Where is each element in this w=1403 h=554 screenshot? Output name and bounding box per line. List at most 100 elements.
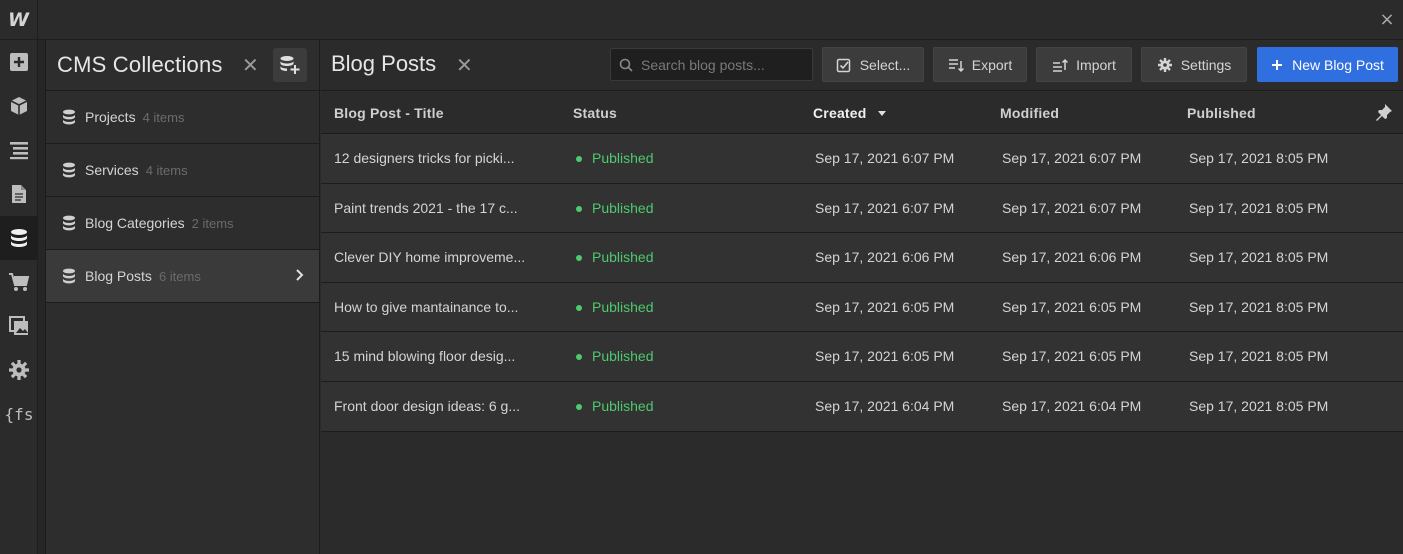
status-dot xyxy=(576,255,582,262)
column-header-modified[interactable]: Modified xyxy=(1000,105,1059,121)
status-badge: Published xyxy=(592,348,654,365)
modified-date: Sep 17, 2021 6:07 PM xyxy=(1002,199,1142,216)
post-title: Front door design ideas: 6 g... xyxy=(334,397,520,414)
collection-item-blog-posts[interactable]: Blog Posts 6 items xyxy=(46,250,319,303)
plus-icon xyxy=(1272,59,1283,70)
published-date: Sep 17, 2021 8:05 PM xyxy=(1189,397,1329,414)
rail-finsweet-button[interactable]: {fs xyxy=(0,392,38,436)
created-date: Sep 17, 2021 6:05 PM xyxy=(815,348,955,365)
published-date: Sep 17, 2021 8:05 PM xyxy=(1189,348,1329,365)
status-badge: Published xyxy=(592,150,654,166)
column-header-published[interactable]: Published xyxy=(1187,105,1256,121)
column-header-status[interactable]: Status xyxy=(573,105,617,121)
export-icon xyxy=(948,58,964,72)
status-dot xyxy=(576,354,582,361)
search-field[interactable] xyxy=(610,48,813,81)
database-icon xyxy=(11,229,27,247)
collection-count: 4 items xyxy=(145,162,188,178)
page-icon xyxy=(12,185,26,203)
webflow-logo[interactable]: W xyxy=(0,0,38,40)
table-row[interactable]: Clever DIY home improveme... Published S… xyxy=(321,233,1403,283)
post-title: How to give mantainance to... xyxy=(334,298,519,315)
published-date: Sep 17, 2021 8:05 PM xyxy=(1189,199,1329,216)
status-badge: Published xyxy=(592,397,654,414)
rail-layers-button[interactable] xyxy=(0,128,38,172)
modified-date: Sep 17, 2021 6:05 PM xyxy=(1002,348,1142,365)
export-button[interactable]: Export xyxy=(933,47,1027,82)
cube-icon xyxy=(10,97,28,115)
main-header: Blog Posts ✕ Select... Export Import Set… xyxy=(321,40,1403,91)
import-button[interactable]: Import xyxy=(1036,47,1132,82)
collection-count: 4 items xyxy=(142,109,185,125)
post-title: 12 designers tricks for picki... xyxy=(334,150,515,166)
pin-icon[interactable] xyxy=(1375,103,1393,121)
status-badge: Published xyxy=(592,298,654,315)
table-row[interactable]: 12 designers tricks for picki... Publish… xyxy=(321,134,1403,184)
database-plus-icon xyxy=(280,56,300,74)
page-title: Blog Posts xyxy=(331,51,437,76)
table-row[interactable]: How to give mantainance to... Published … xyxy=(321,282,1403,333)
collection-name: Blog Posts xyxy=(85,268,152,284)
collection-count: 6 items xyxy=(158,268,201,284)
collection-name: Services xyxy=(85,162,139,178)
rail-pages-button[interactable] xyxy=(0,172,38,216)
table-row[interactable]: 15 mind blowing floor desig... Published… xyxy=(321,332,1403,382)
collection-item-projects[interactable]: Projects 4 items xyxy=(46,91,319,144)
status-badge: Published xyxy=(592,249,654,266)
gear-icon xyxy=(1157,57,1172,72)
modified-date: Sep 17, 2021 6:06 PM xyxy=(1002,249,1142,266)
add-collection-button[interactable] xyxy=(273,48,307,82)
database-icon xyxy=(63,162,75,178)
table-row[interactable]: Paint trends 2021 - the 17 c... Publishe… xyxy=(321,183,1403,234)
left-rail: {fs xyxy=(0,40,38,554)
rail-settings-button[interactable] xyxy=(0,348,38,392)
close-icon[interactable]: ✕ xyxy=(456,53,473,77)
collections-title: CMS Collections xyxy=(57,52,223,77)
select-button[interactable]: Select... xyxy=(822,47,924,82)
collection-item-blog-categories[interactable]: Blog Categories 2 items xyxy=(46,197,319,250)
column-header-created[interactable]: Created xyxy=(813,105,867,121)
table-row[interactable]: Front door design ideas: 6 g... Publishe… xyxy=(321,381,1403,432)
export-button-label: Export xyxy=(971,56,1013,73)
rail-ecommerce-button[interactable] xyxy=(0,260,38,304)
modified-date: Sep 17, 2021 6:07 PM xyxy=(1002,150,1142,166)
settings-button[interactable]: Settings xyxy=(1141,47,1247,82)
collections-header: CMS Collections ✕ xyxy=(46,40,319,91)
status-dot xyxy=(576,403,582,410)
status-dot xyxy=(576,205,582,212)
chevron-right-icon xyxy=(296,269,304,281)
close-icon[interactable]: × xyxy=(1377,10,1397,30)
select-button-label: Select... xyxy=(859,56,911,73)
published-date: Sep 17, 2021 8:05 PM xyxy=(1189,150,1329,166)
new-blog-post-button[interactable]: New Blog Post xyxy=(1257,47,1398,82)
gear-icon xyxy=(9,360,29,380)
modified-date: Sep 17, 2021 6:04 PM xyxy=(1002,397,1142,414)
collection-item-services[interactable]: Services 4 items xyxy=(46,144,319,197)
sort-desc-icon[interactable] xyxy=(877,111,887,117)
status-dot xyxy=(576,156,582,162)
status-badge: Published xyxy=(592,199,654,216)
rail-assets-button[interactable] xyxy=(0,304,38,348)
cart-icon xyxy=(9,273,30,291)
settings-button-label: Settings xyxy=(1180,56,1232,73)
rail-add-button[interactable] xyxy=(0,40,38,84)
database-icon xyxy=(63,109,75,125)
panel-divider xyxy=(38,40,46,554)
collection-count: 2 items xyxy=(191,215,234,231)
search-input[interactable] xyxy=(639,55,809,74)
published-date: Sep 17, 2021 8:05 PM xyxy=(1189,298,1329,315)
published-date: Sep 17, 2021 8:05 PM xyxy=(1189,249,1329,266)
plus-square-icon xyxy=(10,53,28,71)
close-icon[interactable]: ✕ xyxy=(242,53,259,77)
post-title: 15 mind blowing floor desig... xyxy=(334,348,516,365)
top-bar: W × xyxy=(0,0,1403,40)
import-icon xyxy=(1053,58,1069,72)
images-icon xyxy=(9,316,28,335)
rail-cms-button[interactable] xyxy=(0,216,38,260)
import-button-label: Import xyxy=(1076,56,1116,73)
modified-date: Sep 17, 2021 6:05 PM xyxy=(1002,298,1142,315)
column-header-title[interactable]: Blog Post - Title xyxy=(334,105,444,121)
status-dot xyxy=(576,304,582,311)
created-date: Sep 17, 2021 6:05 PM xyxy=(815,298,955,315)
rail-navigator-button[interactable] xyxy=(0,84,38,128)
